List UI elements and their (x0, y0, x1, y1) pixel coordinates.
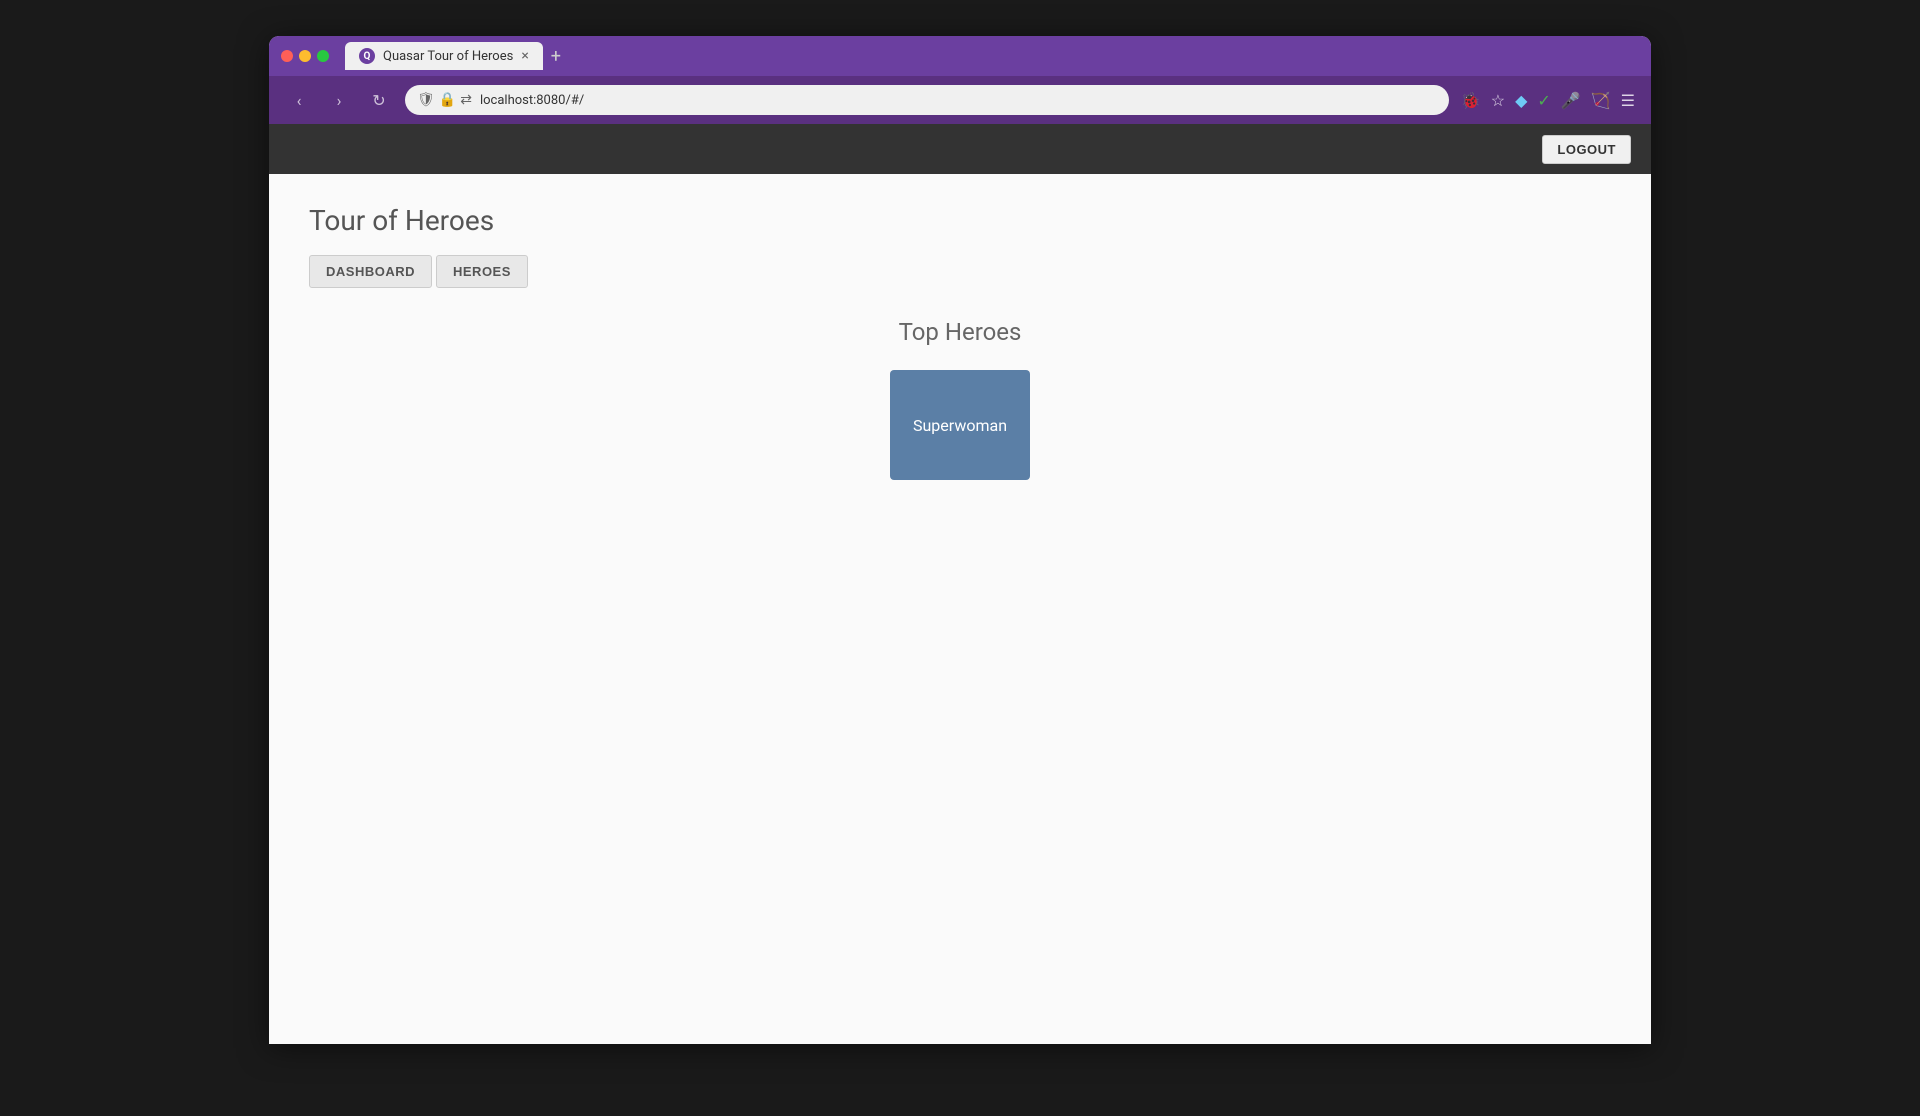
app-content: Tour of Heroes DASHBOARD HEROES Top Hero… (269, 174, 1651, 1044)
heroes-grid: Superwoman (890, 370, 1030, 480)
tab-bar: Q Quasar Tour of Heroes × + (345, 42, 1639, 70)
top-heroes-title: Top Heroes (899, 318, 1022, 346)
address-text: localhost:8080/#/ (480, 93, 584, 108)
new-tab-button[interactable]: + (547, 46, 565, 67)
address-security-icons: 🛡 🔒 ⇄ (417, 92, 472, 108)
refresh-button[interactable]: ↻ (365, 86, 393, 114)
vpn-icon[interactable]: ✓ (1537, 91, 1550, 110)
close-button[interactable] (281, 50, 293, 62)
menu-icon[interactable]: ☰ (1621, 91, 1635, 110)
logout-button[interactable]: LOGOUT (1542, 135, 1631, 164)
dashboard-section: Top Heroes Superwoman (309, 318, 1611, 480)
browser-window: Q Quasar Tour of Heroes × + ‹ › ↻ 🛡 🔒 ⇄ … (269, 36, 1651, 1044)
back-button[interactable]: ‹ (285, 86, 313, 114)
tab-title: Quasar Tour of Heroes (383, 49, 513, 64)
browser-toolbar: ‹ › ↻ 🛡 🔒 ⇄ localhost:8080/#/ 🐞 ☆ ◆ ✓ 🎤 … (269, 76, 1651, 124)
shield-icon: 🛡 (417, 92, 435, 108)
lock-icon: 🔒 (439, 92, 456, 108)
traffic-lights (281, 50, 329, 62)
app-navbar: LOGOUT (269, 124, 1651, 174)
minimize-button[interactable] (299, 50, 311, 62)
extensions-icon[interactable]: 🐞 (1461, 91, 1481, 110)
sync-icon: ⇄ (460, 92, 472, 108)
browser-titlebar: Q Quasar Tour of Heroes × + (269, 36, 1651, 76)
heroes-nav-button[interactable]: HEROES (436, 255, 528, 288)
browser-tab[interactable]: Q Quasar Tour of Heroes × (345, 42, 543, 70)
tab-close-icon[interactable]: × (521, 49, 528, 63)
nav-buttons: DASHBOARD HEROES (309, 255, 1611, 288)
maximize-button[interactable] (317, 50, 329, 62)
dashboard-nav-button[interactable]: DASHBOARD (309, 255, 432, 288)
mic-icon[interactable]: 🎤 (1561, 91, 1581, 110)
forward-button[interactable]: › (325, 86, 353, 114)
app-container: LOGOUT Tour of Heroes DASHBOARD HEROES T… (269, 124, 1651, 1044)
tab-favicon: Q (359, 48, 375, 64)
hero-card[interactable]: Superwoman (890, 370, 1030, 480)
shield2-icon[interactable]: 🏹 (1591, 91, 1611, 110)
toolbar-right-icons: 🐞 ☆ ◆ ✓ 🎤 🏹 ☰ (1461, 91, 1635, 110)
page-title: Tour of Heroes (309, 204, 1611, 237)
pocket-icon[interactable]: ◆ (1515, 91, 1527, 110)
address-bar[interactable]: 🛡 🔒 ⇄ localhost:8080/#/ (405, 85, 1449, 115)
bookmark-icon[interactable]: ☆ (1491, 91, 1505, 110)
hero-card-name: Superwoman (905, 408, 1015, 443)
